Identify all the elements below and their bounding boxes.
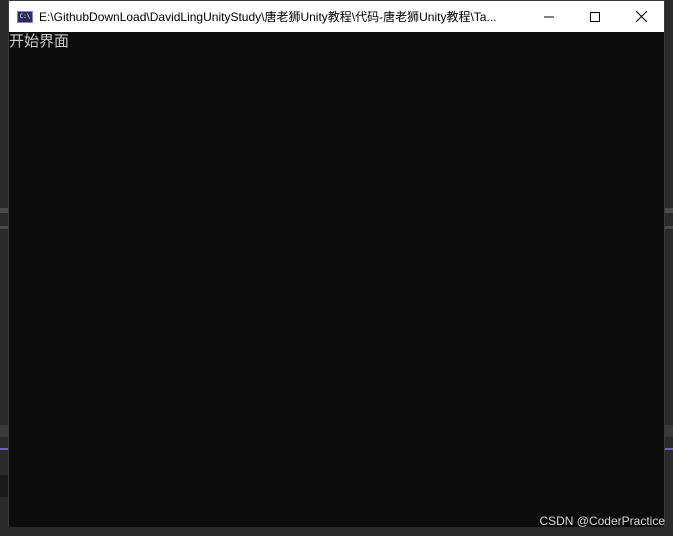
background-ide-edge [0,226,8,229]
maximize-button[interactable] [572,1,618,32]
window-controls [526,1,664,32]
background-ide-edge [665,425,673,437]
console-line: 开始界面 [9,32,70,50]
window-title: E:\GithubDownLoad\DavidLingUnityStudy\唐老… [39,10,497,24]
close-icon [635,11,647,22]
desktop-background: C:\ E:\GithubDownLoad\DavidLingUnityStud… [0,0,673,536]
title-bar[interactable]: C:\ E:\GithubDownLoad\DavidLingUnityStud… [9,1,664,32]
background-ide-edge [665,208,673,213]
background-ide-edge [0,208,8,213]
background-ide-edge [0,425,8,437]
console-output[interactable]: 开始界面 [9,32,664,527]
console-window[interactable]: C:\ E:\GithubDownLoad\DavidLingUnityStud… [8,0,665,527]
minimize-icon [544,16,554,17]
console-icon: C:\ [17,10,33,23]
background-ide-accent [665,448,673,450]
close-button[interactable] [618,1,664,32]
background-ide-accent [0,448,8,450]
watermark: CSDN @CoderPractice [539,514,665,528]
minimize-button[interactable] [526,1,572,32]
background-ide-edge [0,475,8,497]
maximize-icon [590,11,600,22]
background-ide-edge [665,226,673,229]
